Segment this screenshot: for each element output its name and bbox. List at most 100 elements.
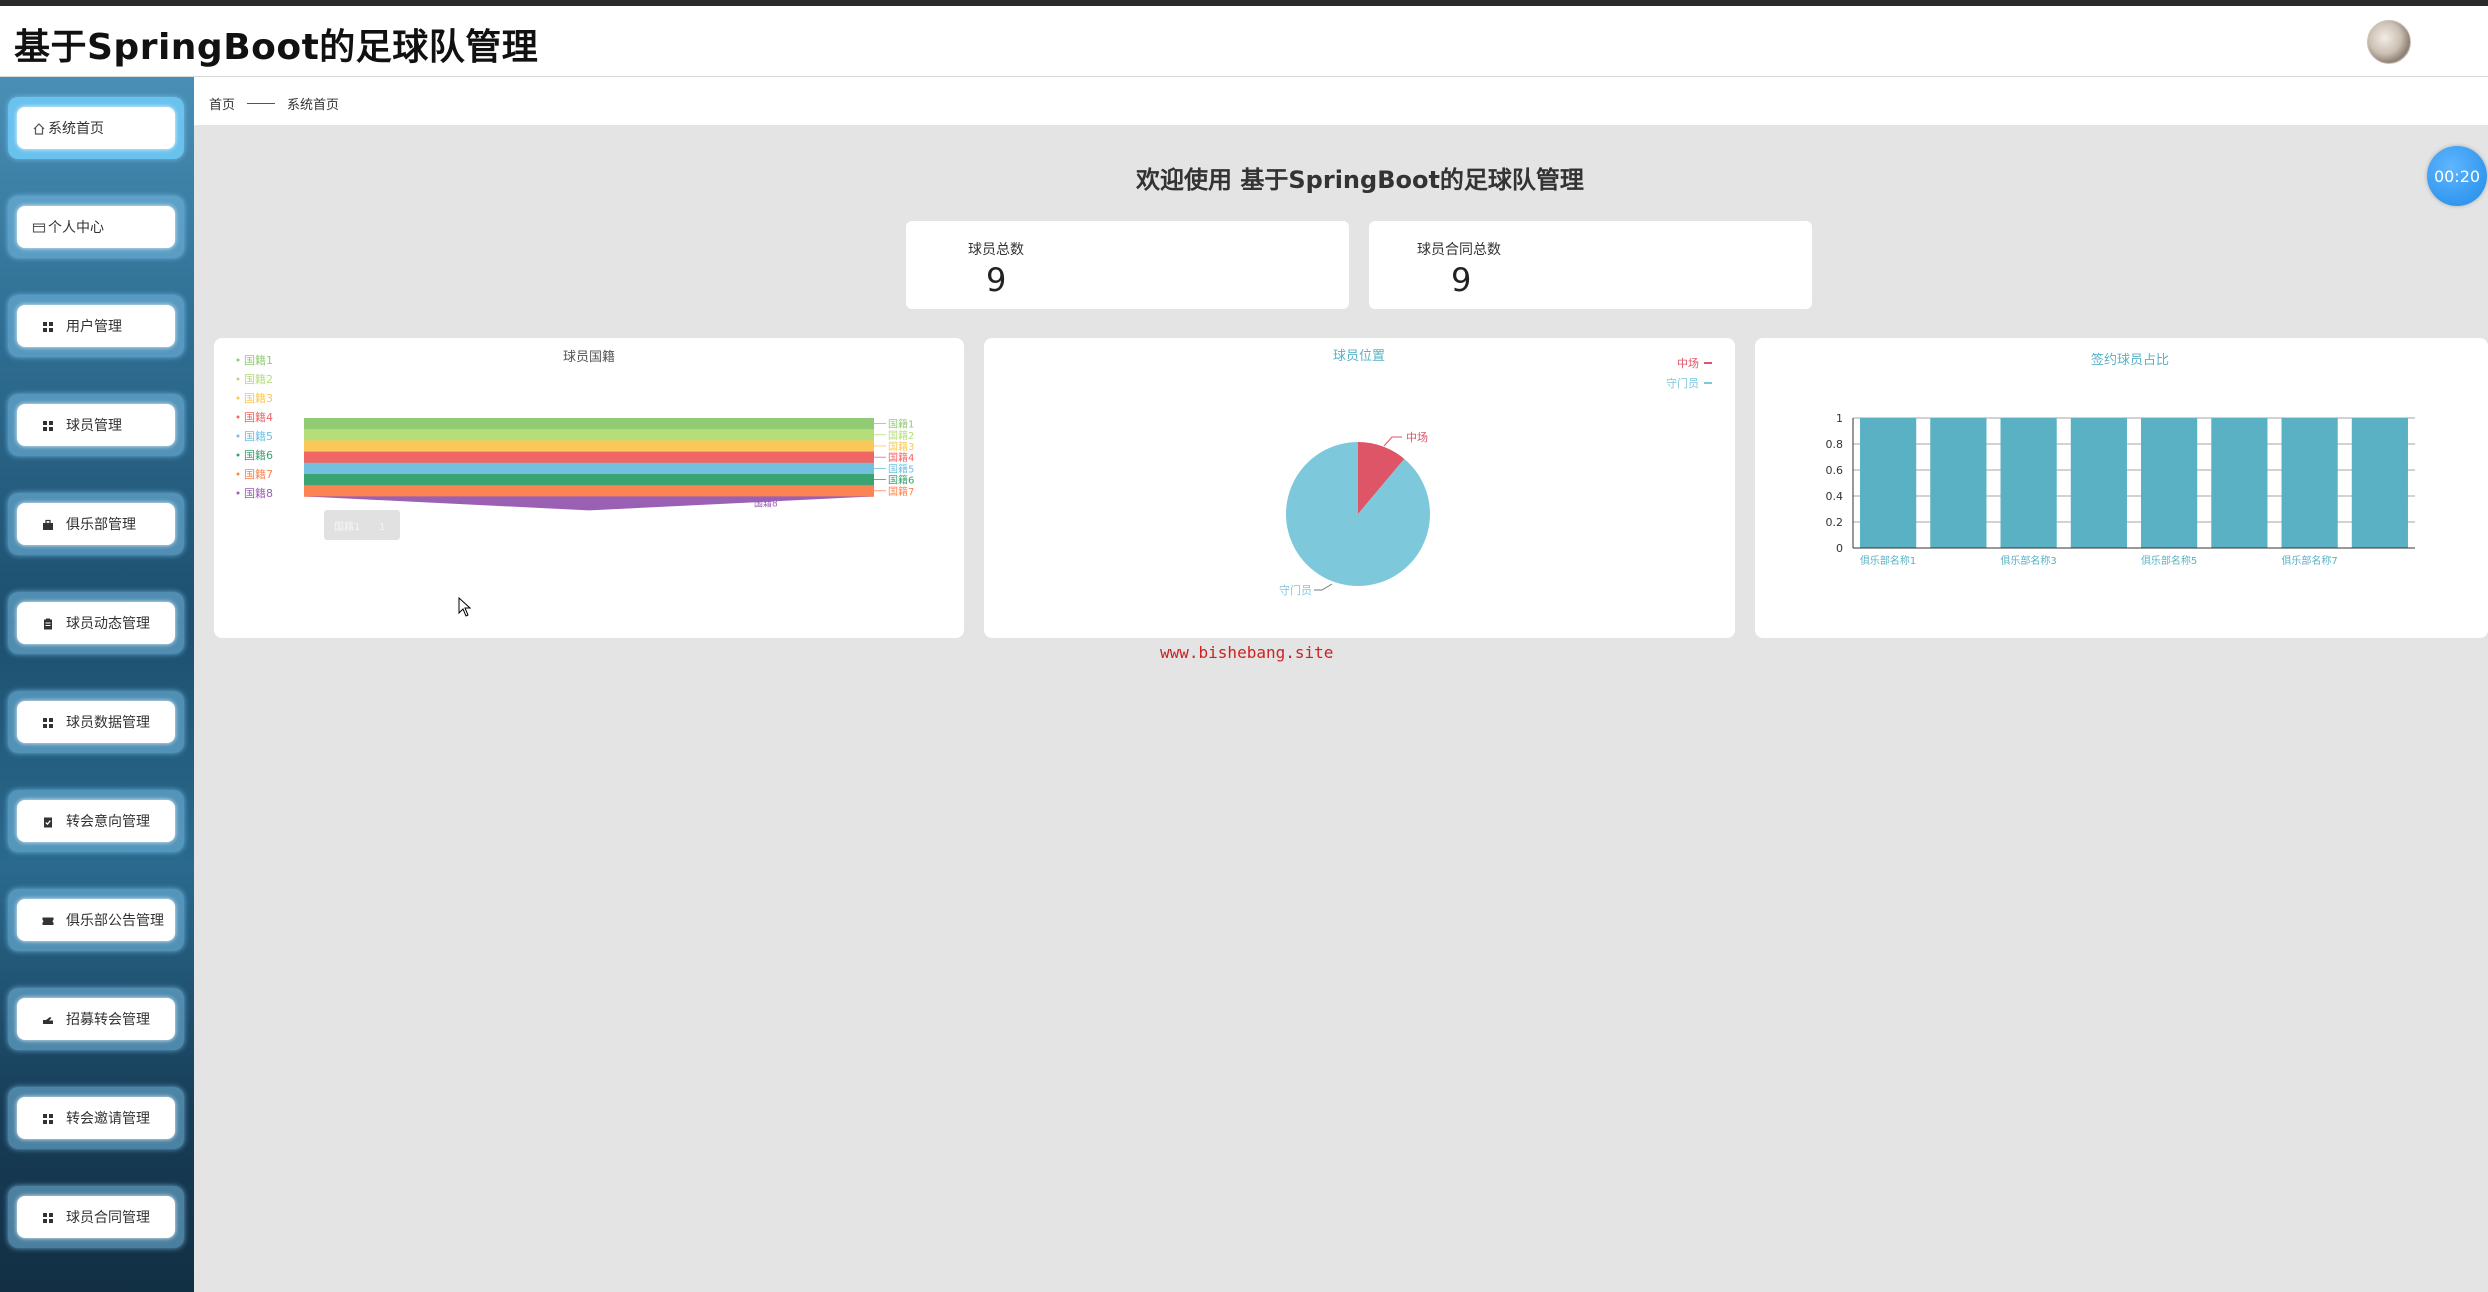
sidebar-item[interactable]: 用户管理	[8, 295, 184, 357]
chart-title: 球员位置	[1333, 349, 1385, 364]
bar	[1930, 418, 1987, 548]
sidebar-item-button[interactable]: 球员数据管理	[17, 701, 175, 743]
sidebar-item[interactable]: 招募转会管理	[8, 988, 184, 1050]
legend-marker	[236, 358, 240, 362]
legend-entry: 国籍7	[244, 467, 273, 481]
legend-entry: 国籍6	[244, 448, 273, 462]
legend-entry: 国籍3	[244, 391, 273, 405]
breadcrumb-bar: 首页 系统首页	[194, 77, 2488, 125]
sidebar-item[interactable]: 转会意向管理	[8, 790, 184, 852]
sidebar-item[interactable]: 球员数据管理	[8, 691, 184, 753]
nationality-chart: 球员国籍国籍1国籍2国籍3国籍4国籍5国籍6国籍7国籍8国籍1国籍2国籍3国籍4…	[236, 349, 914, 540]
slice-label: 守门员	[1279, 583, 1312, 597]
breadcrumb: 首页 系统首页	[209, 94, 339, 113]
sidebar-item-label: 转会邀请管理	[66, 1111, 150, 1127]
sidebar-item-label: 系统首页	[48, 121, 104, 137]
y-tick-label: 1	[1836, 412, 1843, 425]
series-label: 国籍7	[888, 485, 914, 498]
y-tick-label: 0	[1836, 542, 1843, 555]
stat-label: 球员合同总数	[1417, 242, 1501, 258]
tooltip-label: 国籍1	[334, 520, 360, 533]
sidebar-item-button[interactable]: 招募转会管理	[17, 998, 175, 1040]
sidebar-item[interactable]: 个人中心	[8, 196, 184, 258]
y-tick-label: 0.2	[1826, 516, 1844, 529]
sidebar-item-button[interactable]: 球员合同管理	[17, 1196, 175, 1238]
sidebar-item-label: 俱乐部管理	[66, 517, 136, 533]
home-icon	[32, 121, 46, 135]
stat-label: 球员总数	[968, 242, 1024, 258]
series-label: 国籍8	[754, 497, 778, 509]
x-tick-label: 俱乐部名称5	[2141, 554, 2197, 567]
area-series	[304, 418, 874, 430]
sidebar-item-button[interactable]: 用户管理	[17, 305, 175, 347]
check-clipboard-icon	[41, 814, 55, 828]
signing-chart-panel: 签约球员占比 0 0.2 0.4 0.6 0.8 1 俱乐部名称1 俱乐部名称3 俱乐部名称5 俱乐…	[1755, 338, 2488, 638]
sidebar-item[interactable]: 俱乐部管理	[8, 493, 184, 555]
legend-entry: 国籍1	[244, 353, 273, 367]
stat-card-players: 球员总数 9	[906, 221, 1349, 309]
sidebar-item[interactable]: 球员动态管理	[8, 592, 184, 654]
sidebar-item-label: 用户管理	[66, 319, 122, 335]
sidebar-item-label: 球员动态管理	[66, 616, 150, 632]
id-card-icon	[32, 220, 46, 234]
sidebar-item[interactable]: 俱乐部公告管理	[8, 889, 184, 951]
sidebar-item[interactable]: 球员管理	[8, 394, 184, 456]
bar	[2070, 418, 2127, 548]
welcome-heading: 欢迎使用 基于SpringBoot的足球队管理	[1136, 166, 1584, 194]
y-tick-label: 0.6	[1826, 464, 1844, 477]
area-series	[304, 485, 874, 497]
signing-ratio-chart: 签约球员占比 0 0.2 0.4 0.6 0.8 1 俱乐部名称1 俱乐部名称3 俱乐部名称5 俱乐…	[1826, 352, 2415, 567]
sidebar-item-button[interactable]: 俱乐部公告管理	[17, 899, 175, 941]
legend-marker	[236, 453, 240, 457]
sidebar-item-button[interactable]: 球员管理	[17, 404, 175, 446]
bar	[2281, 418, 2338, 548]
user-avatar[interactable]	[2367, 20, 2411, 64]
sidebar-item-button[interactable]: 系统首页	[17, 107, 175, 149]
area-series	[304, 496, 874, 511]
sidebar-item-label: 球员合同管理	[66, 1210, 150, 1226]
legend-marker	[236, 434, 240, 438]
mouse-cursor-icon	[458, 597, 472, 617]
area-series	[304, 440, 874, 452]
sidebar-item-button[interactable]: 俱乐部管理	[17, 503, 175, 545]
grid-icon	[41, 715, 55, 729]
position-chart: 球员位置 中场守门员中场守门员	[1279, 349, 1712, 597]
area-series	[304, 462, 874, 475]
sidebar-item[interactable]: 转会邀请管理	[8, 1087, 184, 1149]
breadcrumb-home[interactable]: 首页	[209, 94, 235, 113]
chart-title: 签约球员占比	[2091, 352, 2169, 368]
series-label: 国籍5	[888, 462, 914, 475]
x-tick-label: 俱乐部名称7	[2281, 554, 2337, 567]
series-label: 国籍4	[888, 451, 914, 464]
sidebar-item-button[interactable]: 转会意向管理	[17, 800, 175, 842]
legend-marker	[236, 415, 240, 419]
chart-title: 球员国籍	[563, 349, 615, 365]
sidebar-item-button[interactable]: 个人中心	[17, 206, 175, 248]
top-header: 基于SpringBoot的足球队管理	[0, 6, 2488, 77]
grid-icon	[41, 1210, 55, 1224]
tooltip-value: 1	[379, 522, 385, 533]
breadcrumb-separator	[247, 103, 276, 104]
briefcase-icon	[41, 517, 55, 531]
sidebar-item-button[interactable]: 转会邀请管理	[17, 1097, 175, 1139]
ticket-icon	[41, 913, 55, 927]
stat-value: 9	[986, 261, 1007, 299]
area-series	[304, 474, 874, 486]
label-line	[1314, 583, 1333, 591]
hand-icon	[41, 1012, 55, 1026]
slice-label: 中场	[1406, 430, 1428, 444]
x-tick-label: 俱乐部名称1	[1860, 554, 1916, 567]
bar	[2000, 418, 2057, 548]
sidebar-item[interactable]: 系统首页	[8, 97, 184, 159]
timer-badge[interactable]: 00:20	[2427, 146, 2487, 206]
grid-icon	[41, 418, 55, 432]
y-tick-label: 0.8	[1826, 438, 1844, 451]
app-title: 基于SpringBoot的足球队管理	[14, 27, 539, 68]
nationality-chart-panel: 球员国籍 国籍1 国籍2 国籍3 国籍4 国籍5 国籍6 国籍7 国籍8 国籍1 国籍2 国籍3 国籍4…	[214, 338, 964, 638]
bar	[1860, 418, 1917, 548]
sidebar-item-button[interactable]: 球员动态管理	[17, 602, 175, 644]
sidebar-item[interactable]: 球员合同管理	[8, 1186, 184, 1248]
legend-marker	[236, 472, 240, 476]
sidebar: 系统首页个人中心用户管理球员管理俱乐部管理球员动态管理球员数据管理 转会意向管理俱…	[0, 77, 194, 1292]
bar	[2141, 418, 2198, 548]
